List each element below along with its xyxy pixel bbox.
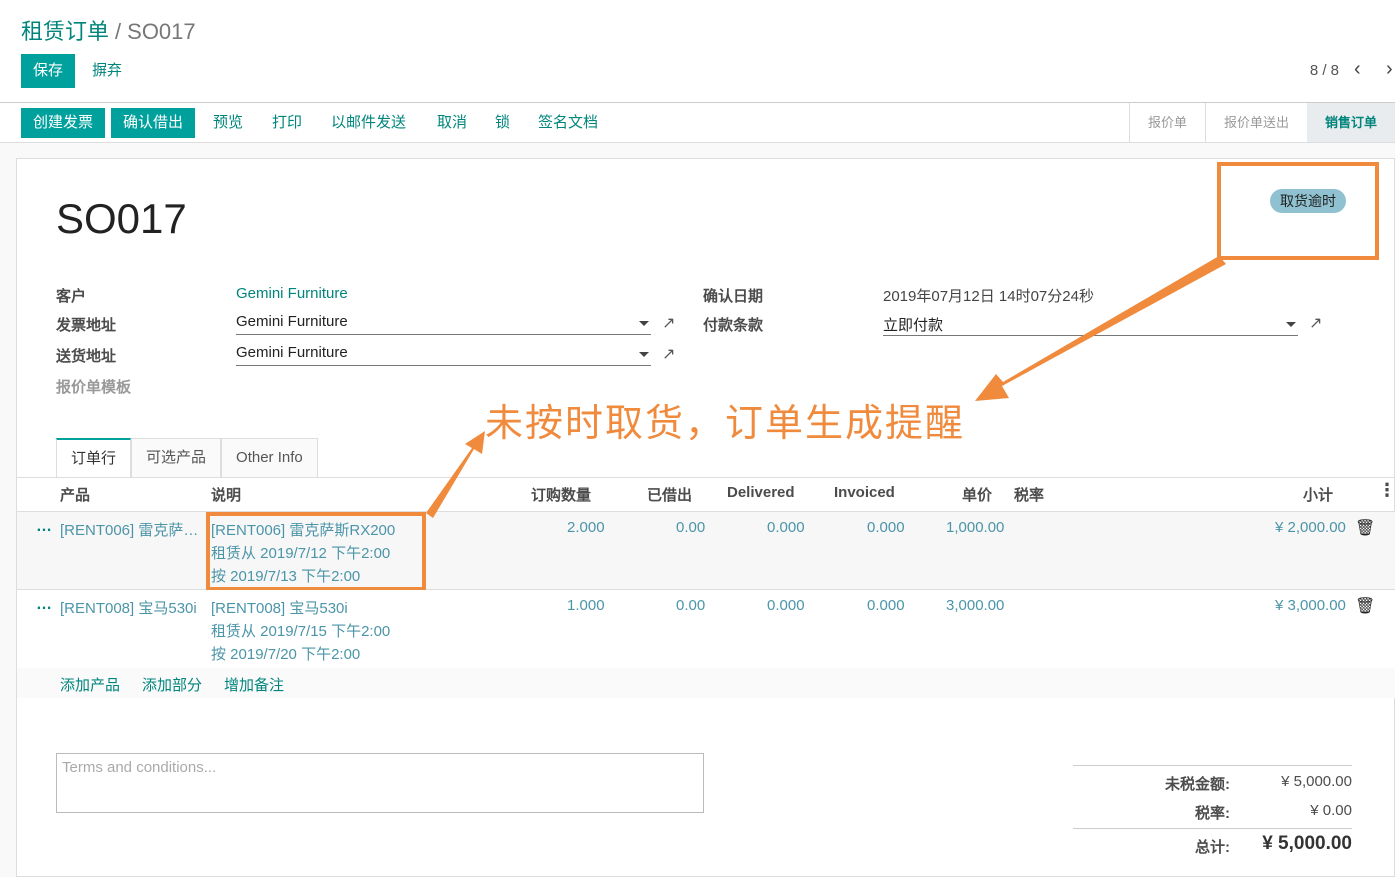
untaxed-amount-value: ¥ 5,000.00 xyxy=(1281,773,1352,790)
total-label: 总计: xyxy=(1195,839,1230,856)
add-note-link[interactable]: 增加备注 xyxy=(224,674,284,695)
row-subtotal: ¥ 3,000.00 xyxy=(1275,597,1346,614)
annotation-text: 未按时取货，订单生成提醒 xyxy=(485,401,966,445)
control-panel: 租赁订单 / SO017 保存 摒弃 8 / 8 ‹ › xyxy=(0,0,1395,102)
add-product-link[interactable]: 添加产品 xyxy=(60,674,120,695)
row-unit-price: 3,000.00 xyxy=(946,597,1005,614)
lock-button[interactable]: 锁 xyxy=(495,108,510,138)
stage-sales-order[interactable]: 销售订单 xyxy=(1306,103,1395,142)
column-header-product[interactable]: 产品 xyxy=(60,484,90,505)
row-drag-handle-icon[interactable]: … xyxy=(36,596,52,614)
confirm-date-value: 2019年07月12日 14时07分24秒 xyxy=(883,288,1094,305)
customer-link[interactable]: Gemini Furniture xyxy=(236,285,348,302)
trash-icon[interactable]: 🗑 xyxy=(1355,518,1375,538)
invoice-address-label: 发票地址 xyxy=(56,317,117,334)
tax-amount-label: 税率: xyxy=(1195,805,1230,822)
order-title: SO017 xyxy=(56,195,187,242)
row-drag-handle-icon[interactable]: … xyxy=(36,518,52,536)
column-header-invoiced[interactable]: Invoiced xyxy=(834,484,895,501)
row-description-line2: 租赁从 2019/7/15 下午2:00 xyxy=(211,623,391,640)
sign-document-button[interactable]: 签名文档 xyxy=(538,108,598,138)
row-description-line1: [RENT008] 宝马530i xyxy=(211,600,348,617)
confirm-date-label: 确认日期 xyxy=(703,288,764,305)
table-top-border xyxy=(17,477,1395,478)
payment-terms-label: 付款条款 xyxy=(703,317,764,334)
payment-terms-select[interactable]: 立即付款 xyxy=(883,314,1298,336)
pager-next-icon[interactable]: › xyxy=(1386,58,1393,81)
stage-quotation-sent[interactable]: 报价单送出 xyxy=(1204,103,1307,142)
row-invoiced: 0.000 xyxy=(867,597,905,614)
add-line-bar: 添加产品 添加部分 增加备注 xyxy=(17,668,1395,698)
chevron-down-icon xyxy=(639,352,649,357)
payment-terms-value: 立即付款 xyxy=(883,317,944,334)
tax-amount-value: ¥ 0.00 xyxy=(1310,802,1352,819)
breadcrumb-separator: / xyxy=(115,19,122,44)
external-link-icon[interactable]: ↗ xyxy=(662,313,680,332)
chevron-down-icon xyxy=(639,321,649,326)
discard-button[interactable]: 摒弃 xyxy=(92,54,122,88)
breadcrumb: 租赁订单 / SO017 xyxy=(21,14,196,46)
row-checked-out: 0.00 xyxy=(676,519,706,536)
totals-divider xyxy=(1073,828,1352,829)
column-header-delivered[interactable]: Delivered xyxy=(727,484,795,501)
pager-previous-icon[interactable]: ‹ xyxy=(1354,58,1361,81)
row-checked-out: 0.00 xyxy=(676,597,706,614)
preview-button[interactable]: 预览 xyxy=(213,108,243,138)
trash-icon[interactable]: 🗑 xyxy=(1355,596,1375,616)
row-quantity: 1.000 xyxy=(567,597,605,614)
send-email-button[interactable]: 以邮件发送 xyxy=(331,108,406,138)
cancel-button[interactable]: 取消 xyxy=(437,108,467,138)
row-description-line3: 按 2019/7/20 下午2:00 xyxy=(211,646,361,663)
stage-pipeline: 报价单 报价单送出 销售订单 xyxy=(1128,103,1395,142)
quotation-template-label: 报价单模板 xyxy=(56,379,132,396)
delivery-address-select[interactable]: Gemini Furniture xyxy=(236,344,651,366)
tab-optional-products[interactable]: 可选产品 xyxy=(131,438,222,478)
column-header-quantity[interactable]: 订购数量 xyxy=(531,484,591,505)
create-invoice-button[interactable]: 创建发票 xyxy=(21,108,106,138)
notebook-tabs: 订单行 可选产品 Other Info xyxy=(56,438,318,478)
terms-placeholder: Terms and conditions... xyxy=(62,759,217,776)
pager-value[interactable]: 8 / 8 xyxy=(1310,62,1339,79)
untaxed-amount-label: 未税金额: xyxy=(1165,776,1230,793)
row-product[interactable]: [RENT006] 雷克萨… xyxy=(60,519,198,540)
total-value: ¥ 5,000.00 xyxy=(1262,833,1352,854)
breadcrumb-parent-link[interactable]: 租赁订单 xyxy=(21,19,109,44)
row-delivered: 0.000 xyxy=(767,519,805,536)
row-product[interactable]: [RENT008] 宝马530i xyxy=(60,597,197,618)
customer-label: 客户 xyxy=(56,288,87,305)
row-invoiced: 0.000 xyxy=(867,519,905,536)
delivery-address-value: Gemini Furniture xyxy=(236,344,348,361)
external-link-icon[interactable]: ↗ xyxy=(1309,313,1327,332)
invoice-address-select[interactable]: Gemini Furniture xyxy=(236,313,651,335)
column-header-tax[interactable]: 税率 xyxy=(1014,484,1044,505)
column-header-checked-out[interactable]: 已借出 xyxy=(647,484,692,505)
confirm-checkout-button[interactable]: 确认借出 xyxy=(111,108,196,138)
external-link-icon[interactable]: ↗ xyxy=(662,344,680,363)
column-header-subtotal[interactable]: 小计 xyxy=(1303,484,1333,505)
terms-textarea[interactable]: Terms and conditions... xyxy=(56,753,704,813)
invoice-address-value: Gemini Furniture xyxy=(236,313,348,330)
row-unit-price: 1,000.00 xyxy=(946,519,1005,536)
chevron-down-icon xyxy=(1286,322,1296,327)
tab-order-lines[interactable]: 订单行 xyxy=(56,438,132,478)
column-header-description[interactable]: 说明 xyxy=(211,484,241,505)
column-header-unit-price[interactable]: 单价 xyxy=(962,484,992,505)
save-button[interactable]: 保存 xyxy=(21,54,76,88)
status-bar: 创建发票 确认借出 预览 打印 以邮件发送 取消 锁 签名文档 报价单 报价单送… xyxy=(0,102,1395,143)
delivery-address-label: 送货地址 xyxy=(56,348,117,365)
row-delivered: 0.000 xyxy=(767,597,805,614)
tab-other-info[interactable]: Other Info xyxy=(221,438,318,478)
stage-quotation[interactable]: 报价单 xyxy=(1128,103,1205,142)
row-quantity: 2.000 xyxy=(567,519,605,536)
add-section-link[interactable]: 添加部分 xyxy=(142,674,202,695)
print-button[interactable]: 打印 xyxy=(272,108,302,138)
breadcrumb-current: SO017 xyxy=(127,19,196,44)
column-options-icon[interactable]: ⋮ xyxy=(1378,480,1395,501)
annotation-highlight-box xyxy=(206,512,426,591)
annotation-highlight-box xyxy=(1217,162,1379,260)
totals-divider xyxy=(1073,765,1352,766)
row-subtotal: ¥ 2,000.00 xyxy=(1275,519,1346,536)
